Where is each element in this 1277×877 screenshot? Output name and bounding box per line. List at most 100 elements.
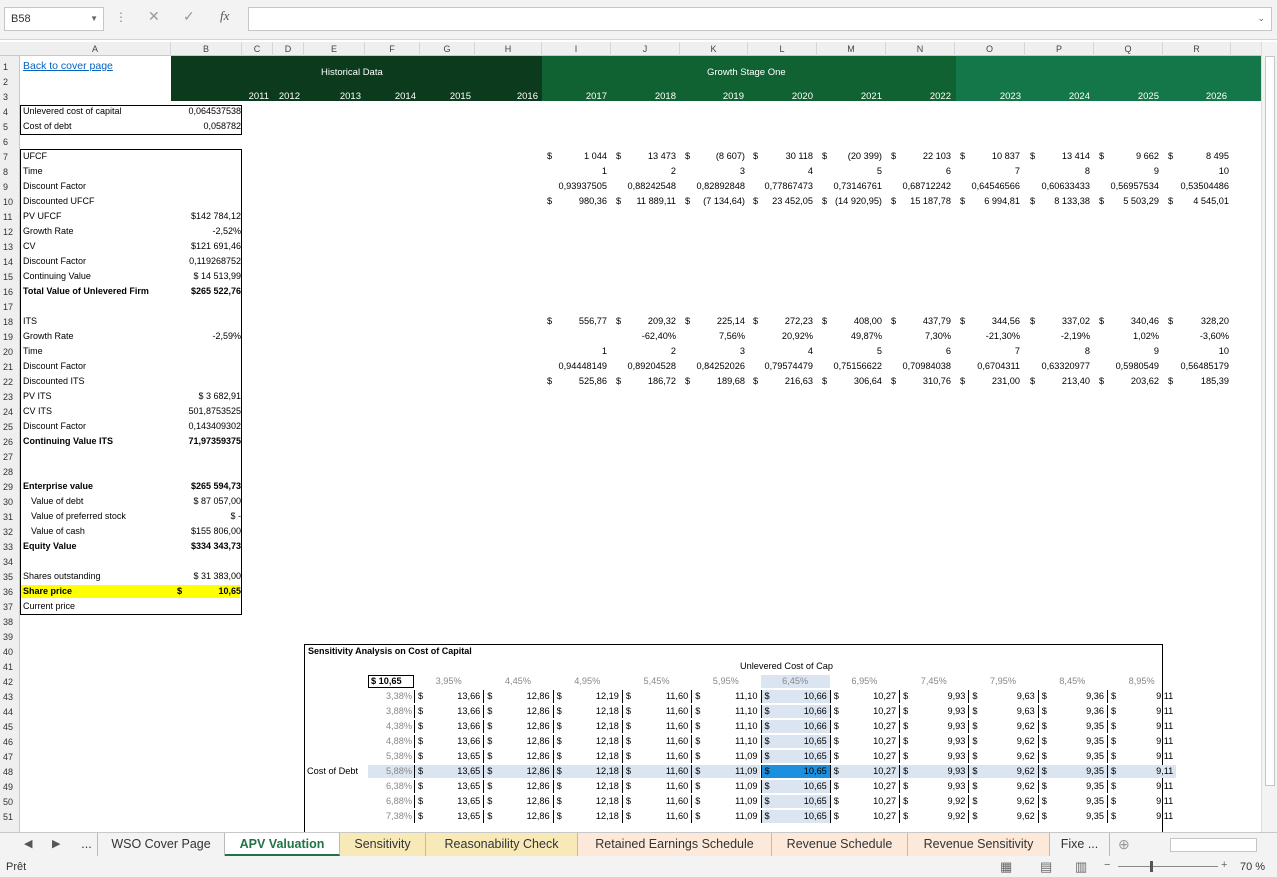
sensitivity-cell[interactable]: $10,66 xyxy=(760,705,830,718)
column-header-c[interactable]: C xyxy=(242,42,273,56)
sensitivity-cell[interactable]: $13,65 xyxy=(414,780,483,793)
row-header-35[interactable]: 35 xyxy=(0,570,20,585)
sensitivity-cell[interactable]: $11,10 xyxy=(691,705,760,718)
add-sheet-icon[interactable]: ⊕ xyxy=(1118,836,1130,853)
sensitivity-cell[interactable]: $9,35 xyxy=(1037,780,1107,793)
sensitivity-cell[interactable]: $9,11 xyxy=(1107,720,1176,733)
column-header-n[interactable]: N xyxy=(886,42,955,56)
sensitivity-cell[interactable]: $9,63 xyxy=(968,705,1037,718)
sensitivity-cell[interactable]: $9,62 xyxy=(968,765,1038,778)
row-header-28[interactable]: 28 xyxy=(0,465,20,480)
sensitivity-cell[interactable]: $9,62 xyxy=(968,780,1037,793)
row-header-26[interactable]: 26 xyxy=(0,435,20,450)
normal-view-icon[interactable]: ▦ xyxy=(1000,859,1012,875)
sensitivity-cell[interactable]: $13,66 xyxy=(414,735,483,748)
sensitivity-cell[interactable]: $9,35 xyxy=(1037,750,1107,763)
sensitivity-cell[interactable]: $13,66 xyxy=(414,690,483,703)
sensitivity-cell[interactable]: $12,86 xyxy=(483,795,552,808)
row-header-10[interactable]: 10 xyxy=(0,195,20,210)
row-header-3[interactable]: 3 xyxy=(0,90,20,105)
column-header-o[interactable]: O xyxy=(955,42,1025,56)
sensitivity-cell[interactable]: $9,63 xyxy=(968,690,1037,703)
sensitivity-cell[interactable]: $9,93 xyxy=(899,720,968,733)
page-break-icon[interactable]: ▥ xyxy=(1075,859,1087,875)
sensitivity-cell[interactable]: $9,11 xyxy=(1107,690,1176,703)
sensitivity-cell[interactable]: $11,60 xyxy=(621,735,691,748)
sensitivity-cell[interactable]: $11,60 xyxy=(621,810,691,823)
sensitivity-cell[interactable]: $13,65 xyxy=(414,810,483,823)
sensitivity-cell[interactable]: $10,65 xyxy=(760,780,830,793)
sensitivity-cell[interactable]: $9,62 xyxy=(968,735,1037,748)
sensitivity-cell[interactable]: $12,86 xyxy=(483,780,552,793)
sensitivity-cell[interactable]: $11,10 xyxy=(691,735,760,748)
zoom-slider-thumb[interactable] xyxy=(1150,861,1153,872)
sensitivity-cell[interactable]: $9,93 xyxy=(899,750,968,763)
sensitivity-cell[interactable]: $11,09 xyxy=(691,780,760,793)
row-header-27[interactable]: 27 xyxy=(0,450,20,465)
row-header-50[interactable]: 50 xyxy=(0,795,20,810)
sensitivity-cell[interactable]: $9,11 xyxy=(1107,765,1177,778)
sensitivity-cell[interactable]: $10,27 xyxy=(829,705,899,718)
column-header-a[interactable]: A xyxy=(20,42,171,56)
row-header-8[interactable]: 8 xyxy=(0,165,20,180)
column-header-f[interactable]: F xyxy=(365,42,420,56)
column-header-m[interactable]: M xyxy=(817,42,886,56)
scrollbar-thumb[interactable] xyxy=(1265,56,1275,786)
row-header-9[interactable]: 9 xyxy=(0,180,20,195)
column-header-d[interactable]: D xyxy=(273,42,304,56)
sensitivity-cell[interactable]: $9,35 xyxy=(1037,795,1107,808)
name-box[interactable]: B58 ▼ xyxy=(4,7,104,31)
sensitivity-cell[interactable]: $11,60 xyxy=(621,765,692,778)
sensitivity-cell[interactable]: $10,27 xyxy=(829,735,899,748)
sensitivity-cell[interactable]: $11,09 xyxy=(691,795,760,808)
column-header-i[interactable]: I xyxy=(542,42,611,56)
sensitivity-cell[interactable]: $9,92 xyxy=(899,810,968,823)
row-header-32[interactable]: 32 xyxy=(0,525,20,540)
sensitivity-cell[interactable]: $11,60 xyxy=(621,720,691,733)
sensitivity-cell[interactable]: $9,93 xyxy=(899,735,968,748)
row-header-46[interactable]: 46 xyxy=(0,735,20,750)
next-sheet-icon[interactable]: ▶ xyxy=(52,837,60,850)
zoom-slider[interactable] xyxy=(1118,866,1218,867)
sensitivity-cell[interactable]: $12,18 xyxy=(552,810,622,823)
column-header-l[interactable]: L xyxy=(748,42,817,56)
row-header-40[interactable]: 40 xyxy=(0,645,20,660)
sensitivity-cell[interactable]: $12,18 xyxy=(552,750,622,763)
column-header-g[interactable]: G xyxy=(420,42,475,56)
row-header-37[interactable]: 37 xyxy=(0,600,20,615)
tab-apv-valuation[interactable]: APV Valuation xyxy=(225,833,340,856)
row-header-29[interactable]: 29 xyxy=(0,480,20,495)
column-header-b[interactable]: B xyxy=(171,42,242,56)
column-header-j[interactable]: J xyxy=(611,42,680,56)
sensitivity-cell[interactable]: $10,27 xyxy=(829,765,900,778)
sensitivity-cell[interactable]: $11,10 xyxy=(691,720,760,733)
tab-revenue-sensitivity[interactable]: Revenue Sensitivity xyxy=(908,833,1050,856)
sensitivity-cell[interactable]: $9,35 xyxy=(1037,720,1107,733)
enter-icon[interactable]: ✓ xyxy=(183,8,195,25)
row-header-24[interactable]: 24 xyxy=(0,405,20,420)
page-layout-icon[interactable]: ▤ xyxy=(1040,859,1052,875)
sensitivity-cell[interactable]: $9,62 xyxy=(968,795,1037,808)
sensitivity-cell[interactable]: $12,86 xyxy=(483,810,552,823)
sensitivity-cell[interactable]: $9,11 xyxy=(1107,795,1176,808)
sensitivity-cell[interactable]: $12,18 xyxy=(552,735,622,748)
row-header-11[interactable]: 11 xyxy=(0,210,20,225)
sensitivity-cell[interactable]: $12,86 xyxy=(483,750,552,763)
sensitivity-cell[interactable]: $9,11 xyxy=(1107,705,1176,718)
row-header-42[interactable]: 42 xyxy=(0,675,20,690)
sensitivity-cell[interactable]: $12,18 xyxy=(552,765,622,778)
sensitivity-cell[interactable]: $13,65 xyxy=(414,750,483,763)
row-header-1[interactable]: 1 xyxy=(0,60,20,75)
prev-sheet-icon[interactable]: ◀ xyxy=(24,837,32,850)
sensitivity-cell[interactable]: $10,27 xyxy=(829,795,899,808)
row-header-4[interactable]: 4 xyxy=(0,105,20,120)
sensitivity-cell[interactable]: $13,65 xyxy=(414,765,484,778)
tab-wso-cover-page[interactable]: WSO Cover Page xyxy=(98,833,225,856)
sensitivity-cell[interactable]: $11,60 xyxy=(621,795,691,808)
sensitivity-cell[interactable]: $10,27 xyxy=(829,810,899,823)
sensitivity-cell[interactable]: $12,86 xyxy=(483,720,552,733)
formula-input[interactable]: ⌄ xyxy=(248,7,1272,31)
sensitivity-cell[interactable]: $9,93 xyxy=(899,690,968,703)
row-header-7[interactable]: 7 xyxy=(0,150,20,165)
horizontal-scrollbar[interactable] xyxy=(1170,838,1257,852)
